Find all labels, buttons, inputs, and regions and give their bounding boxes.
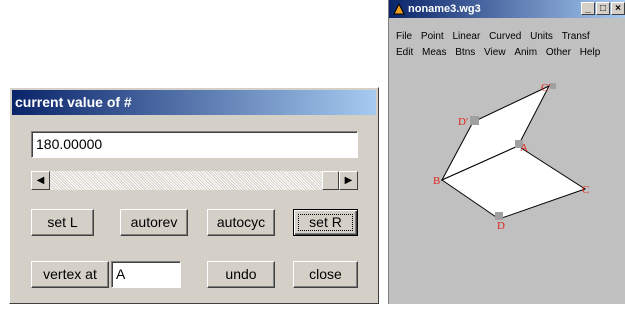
point-marker-d-prime[interactable] [470,116,479,125]
close-button[interactable]: close [293,261,358,288]
undo-button[interactable]: undo [207,261,275,288]
label-a: A [520,142,528,154]
menu-other[interactable]: Other [546,47,571,58]
slider-thumb[interactable] [322,171,339,190]
menu-btns[interactable]: Btns [455,47,475,58]
vertex-input[interactable]: A [111,261,181,288]
app-title: noname3.wg3 [408,3,481,15]
label-d: D [497,220,505,232]
vertex-at-button[interactable]: vertex at [31,261,109,288]
app-window: noname3.wg3 _ □ × File Point Linear Curv… [388,0,625,304]
label-c-prime: C' [541,82,550,94]
menubar-row2: Edit Meas Btns View Anim Other Help [389,46,625,60]
label-b: B [433,175,440,187]
point-marker-d[interactable] [495,212,503,220]
menu-units[interactable]: Units [530,31,553,42]
menu-transf[interactable]: Transf [562,31,590,42]
value-slider[interactable]: ◀ ▶ [31,171,358,190]
minimize-button[interactable]: _ [581,2,595,15]
value-field[interactable]: 180.00000 [31,131,358,158]
set-r-button[interactable]: set R [293,209,358,236]
menu-help[interactable]: Help [580,47,601,58]
menu-edit[interactable]: Edit [396,47,413,58]
menu-file[interactable]: File [396,31,412,42]
menu-view[interactable]: View [484,47,506,58]
menubar-row1: File Point Linear Curved Units Transf [389,30,625,44]
label-c: C [582,184,589,196]
drawing-canvas[interactable]: C' D' A B C D [389,62,625,304]
scroll-right-button[interactable]: ▶ [339,171,358,190]
scroll-left-button[interactable]: ◀ [31,171,50,190]
set-l-button[interactable]: set L [31,209,94,236]
app-titlebar[interactable]: noname3.wg3 _ □ × [389,0,625,18]
dialog-title[interactable]: current value of # [12,90,376,115]
value-dialog: current value of # 180.00000 ◀ ▶ set L a… [9,87,379,304]
menu-curved[interactable]: Curved [489,31,521,42]
menu-meas[interactable]: Meas [422,47,446,58]
maximize-button[interactable]: □ [596,2,610,15]
menu-point[interactable]: Point [421,31,444,42]
app-logo-icon [393,3,405,15]
geometry-figure[interactable]: C' D' A B C D [389,62,625,304]
autorev-button[interactable]: autorev [120,209,188,236]
autocyc-button[interactable]: autocyc [207,209,275,236]
label-d-prime: D' [458,116,468,128]
focus-rectangle [298,214,353,231]
menu-linear[interactable]: Linear [452,31,480,42]
point-marker-c-prime[interactable] [550,83,556,89]
close-window-button[interactable]: × [611,2,625,15]
menu-anim[interactable]: Anim [514,47,537,58]
